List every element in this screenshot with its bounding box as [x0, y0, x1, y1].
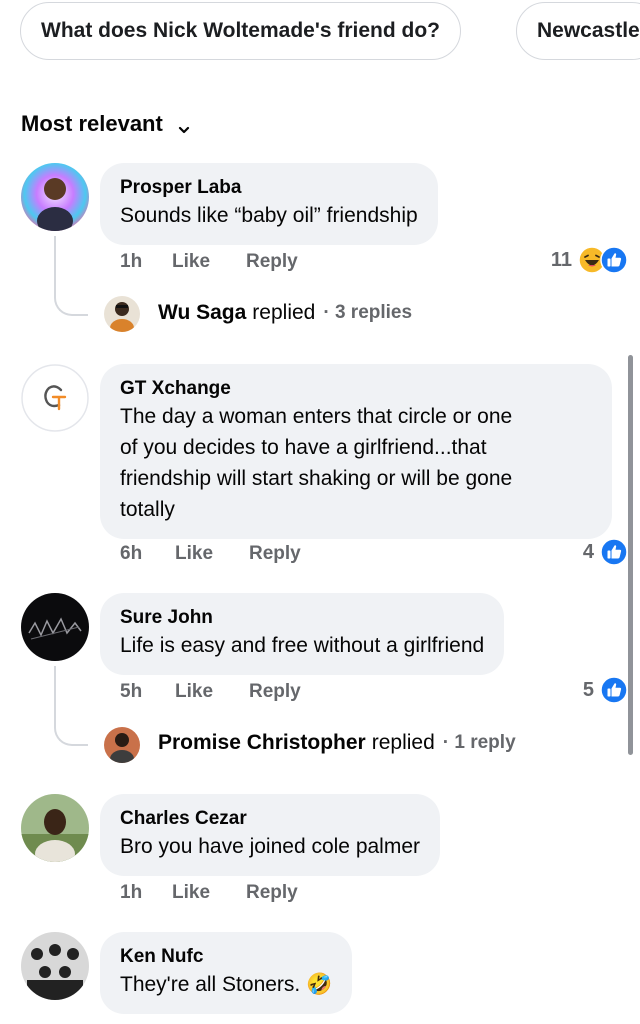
comment-text-line: The day a woman enters that circle or on…: [120, 405, 513, 428]
comment-bubble: Sure John Life is easy and free without …: [100, 593, 505, 675]
like-icon: [600, 538, 628, 566]
comment-author[interactable]: Sure John: [120, 606, 484, 630]
like-icon: [600, 246, 628, 274]
comment-actions: 1h Like Reply: [120, 882, 298, 904]
reply-count: · 3 replies: [323, 302, 413, 323]
comment-text: Sounds like “baby oil” friendship: [120, 204, 418, 227]
replier-name: Promise Christopher: [158, 731, 366, 754]
avatar[interactable]: [21, 932, 89, 1000]
comment-text: Bro you have joined cole palmer: [120, 835, 421, 858]
reaction-count: 5: [582, 678, 594, 701]
comment-text-line: of you decides to have a girlfriend...th…: [120, 436, 487, 459]
replies-link[interactable]: Promise Christopher replied · 1 reply: [158, 731, 516, 755]
reaction-count: 4: [582, 540, 594, 563]
like-button[interactable]: Like: [172, 251, 246, 273]
comment-author[interactable]: GT Xchange: [120, 377, 592, 401]
replied-label: replied: [371, 731, 435, 754]
reply-count: · 1 reply: [442, 732, 516, 753]
reply-button[interactable]: Reply: [249, 681, 301, 703]
sort-dropdown[interactable]: Most relevant: [21, 111, 191, 137]
comment-text-line: friendship will start shaking or will be…: [120, 467, 513, 490]
avatar[interactable]: [21, 364, 89, 432]
reaction-count: 11: [550, 248, 572, 271]
sort-label: Most relevant: [21, 111, 163, 136]
reaction-summary[interactable]: 5: [583, 676, 628, 704]
comment-author[interactable]: Prosper Laba: [120, 176, 418, 200]
comment-actions: 6h Like Reply: [120, 543, 301, 565]
reply-button[interactable]: Reply: [246, 251, 298, 273]
scrollbar[interactable]: [628, 355, 633, 755]
comment-bubble: Ken Nufc They're all Stoners. 🤣: [100, 932, 353, 1014]
like-button[interactable]: Like: [175, 543, 249, 565]
replier-name: Wu Saga: [158, 301, 247, 324]
comment-time: 1h: [120, 251, 143, 272]
reaction-summary[interactable]: 4: [583, 538, 628, 566]
avatar[interactable]: [21, 163, 89, 231]
like-icon: [600, 676, 628, 704]
thread-connector: [54, 236, 88, 316]
suggestion-chip-newcastle[interactable]: Newcastle: [516, 2, 640, 60]
replies-link[interactable]: Wu Saga replied · 3 replies: [158, 301, 412, 325]
comment-actions: 1h Like Reply: [120, 251, 298, 273]
thread-connector: [54, 666, 88, 746]
reply-button[interactable]: Reply: [246, 882, 298, 904]
comment-time: 1h: [120, 882, 143, 903]
reaction-summary[interactable]: 11: [551, 246, 628, 274]
comment-text: Life is easy and free without a girlfrie…: [120, 634, 485, 657]
comment-author[interactable]: Ken Nufc: [120, 945, 332, 969]
comment-bubble: Charles Cezar Bro you have joined cole p…: [100, 794, 441, 876]
comment-text-line: totally: [120, 498, 175, 521]
reply-avatar[interactable]: [104, 296, 140, 332]
comment-time: 5h: [120, 681, 143, 702]
comment-actions: 5h Like Reply: [120, 681, 301, 703]
comment-time: 6h: [120, 543, 143, 564]
replied-label: replied: [252, 301, 316, 324]
comment-text: They're all Stoners. 🤣: [120, 973, 333, 996]
suggestion-chips: What does Nick Woltemade's friend do? Ne…: [0, 0, 640, 62]
like-button[interactable]: Like: [175, 681, 249, 703]
reply-avatar[interactable]: [104, 727, 140, 763]
avatar[interactable]: [21, 794, 89, 862]
reply-button[interactable]: Reply: [249, 543, 301, 565]
comment-bubble: Prosper Laba Sounds like “baby oil” frie…: [100, 163, 438, 245]
like-button[interactable]: Like: [172, 882, 246, 904]
chevron-down-icon: [177, 117, 191, 134]
comment-bubble: GT Xchange The day a woman enters that c…: [100, 364, 612, 539]
suggestion-chip-woltemade[interactable]: What does Nick Woltemade's friend do?: [20, 2, 461, 60]
avatar[interactable]: [21, 593, 89, 661]
comment-author[interactable]: Charles Cezar: [120, 807, 420, 831]
